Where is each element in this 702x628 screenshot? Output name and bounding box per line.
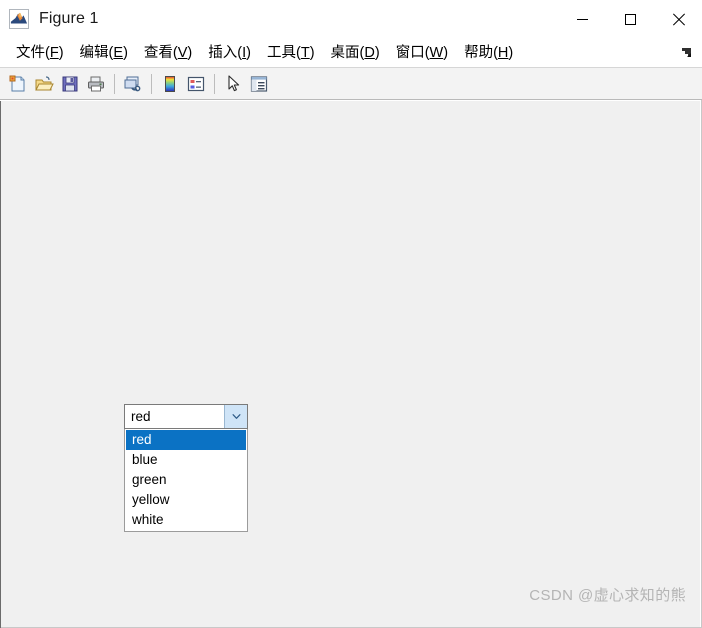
menu-label-desktop: 桌面 (330, 44, 360, 61)
menu-item-help[interactable]: 帮助(H) (456, 42, 521, 64)
menu-item-window[interactable]: 窗口(W) (388, 42, 456, 64)
menu-accel-edit: E (113, 44, 124, 61)
chevron-down-icon (231, 414, 241, 419)
color-option-blue[interactable]: blue (126, 450, 246, 470)
open-file-icon (35, 75, 54, 90)
property-editor-icon (250, 75, 268, 92)
matlab-logo-icon (9, 9, 29, 29)
link-plot-button[interactable] (120, 71, 146, 97)
minimize-icon (576, 18, 588, 20)
menu-item-desktop[interactable]: 桌面(D) (323, 42, 388, 64)
menu-accel-file: F (49, 44, 59, 61)
menu-accel-desktop: D (364, 44, 375, 61)
matlab-figure-window: Figure 1 文件(F) 编辑(E) 查看(V) 插入(I) 工具(T) 桌… (0, 0, 702, 628)
color-option-white[interactable]: white (126, 510, 246, 530)
title-bar: Figure 1 (0, 0, 702, 38)
toolbar-separator-3 (214, 73, 215, 94)
color-popupmenu[interactable]: red red blue green yellow white (124, 404, 248, 532)
menu-label-edit: 编辑 (79, 44, 109, 61)
minimize-button[interactable] (558, 0, 606, 38)
open-file-button[interactable] (31, 71, 57, 97)
edit-plot-arrow-icon (228, 74, 240, 91)
menu-label-insert: 插入 (208, 44, 238, 61)
menu-item-file[interactable]: 文件(F) (8, 42, 72, 64)
color-popupmenu-value: red (131, 409, 151, 424)
menu-accel-help: H (497, 44, 509, 61)
new-figure-button[interactable] (5, 71, 31, 97)
menu-label-tools: 工具 (266, 44, 296, 61)
legend-icon (187, 76, 205, 91)
maximize-button[interactable] (606, 0, 654, 38)
print-figure-button[interactable] (83, 71, 109, 97)
print-figure-icon (88, 76, 104, 91)
menu-item-view[interactable]: 查看(V) (136, 42, 200, 64)
menu-item-tools[interactable]: 工具(T) (259, 42, 323, 64)
color-option-green[interactable]: green (126, 470, 246, 490)
save-figure-button[interactable] (57, 71, 83, 97)
matlab-logo-svg (10, 10, 28, 28)
menu-label-window: 窗口 (395, 44, 425, 61)
new-figure-icon (9, 75, 25, 91)
toolbar-separator-2 (151, 73, 152, 94)
legend-button[interactable] (183, 71, 209, 97)
watermark-text: CSDN @虚心求知的熊 (529, 587, 686, 604)
figure-canvas[interactable]: red red blue green yellow white CSDN @虚心… (0, 100, 700, 628)
property-editor-button[interactable] (246, 71, 272, 97)
menu-label-file: 文件 (16, 44, 45, 61)
toolbar-separator-1 (114, 73, 115, 94)
window-controls (558, 0, 702, 38)
menu-item-insert[interactable]: 插入(I) (200, 42, 259, 64)
edit-plot-button[interactable] (220, 71, 246, 97)
menu-accel-view: V (177, 44, 188, 61)
menu-accel-window: W (429, 44, 444, 61)
color-option-red[interactable]: red (126, 430, 246, 450)
color-option-yellow[interactable]: yellow (126, 490, 246, 510)
color-popupmenu-list[interactable]: red blue green yellow white (124, 429, 248, 532)
canvas-left-edge (0, 101, 1, 628)
color-popupmenu-toggle[interactable] (224, 405, 247, 428)
menu-accel-tools: T (300, 44, 310, 61)
menu-bar: 文件(F) 编辑(E) 查看(V) 插入(I) 工具(T) 桌面(D) 窗口(W… (0, 38, 702, 68)
close-button[interactable] (654, 0, 702, 38)
colorbar-button[interactable] (157, 71, 183, 97)
menu-label-view: 查看 (143, 44, 173, 61)
window-title: Figure 1 (39, 10, 99, 27)
link-plot-icon (124, 76, 141, 91)
color-popupmenu-field[interactable]: red (124, 404, 248, 429)
maximize-icon (624, 13, 636, 25)
undock-arrow-icon[interactable] (680, 46, 694, 60)
menu-item-edit[interactable]: 编辑(E) (72, 42, 136, 64)
menu-label-help: 帮助 (464, 44, 494, 61)
menu-accel-insert: I (242, 44, 247, 61)
colorbar-icon (165, 75, 175, 92)
tool-bar (0, 68, 702, 100)
save-figure-icon (62, 76, 78, 91)
close-icon (672, 13, 685, 26)
